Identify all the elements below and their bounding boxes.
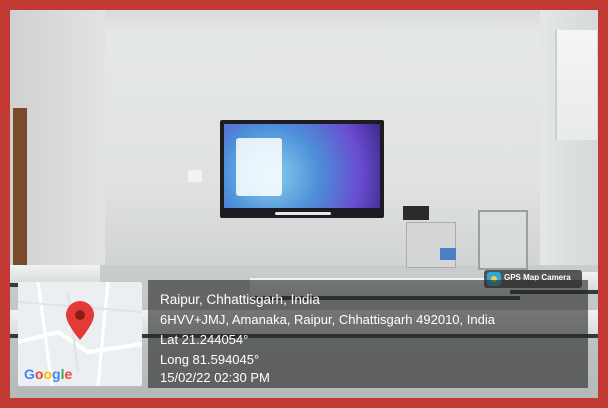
blue-box [440,248,456,260]
latitude: Lat 21.244054° [160,332,249,347]
cabinet [406,222,456,268]
city-line: Raipur, Chhattisgarh, India [160,292,320,307]
door [13,108,27,268]
projector [403,206,429,220]
metal-rack [478,210,528,270]
google-logo: Google [24,366,73,382]
display-screen [224,124,380,208]
wall-notice [188,170,202,182]
longitude: Long 81.594045° [160,352,260,367]
smart-display [220,120,384,218]
map-thumbnail: Google [18,282,142,386]
display-dock [275,212,331,215]
window [555,30,597,140]
address-line: 6HVV+JMJ, Amanaka, Raipur, Chhattisgarh … [160,312,495,327]
date-time: 15/02/22 02:30 PM [160,370,270,385]
location-info-panel: Raipur, Chhattisgarh, India 6HVV+JMJ, Am… [148,280,588,388]
display-panel [236,138,282,196]
